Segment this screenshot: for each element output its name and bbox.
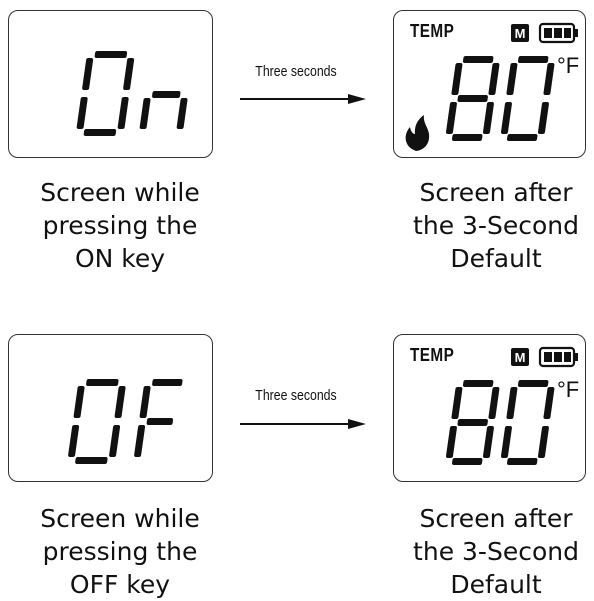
caption-line: the 3-Second <box>413 211 579 240</box>
caption-left-2: Screen while pressing the OFF key <box>0 502 240 601</box>
caption-line: Screen while <box>40 504 200 533</box>
caption-right-2: Screen after the 3-Second Default <box>376 502 594 601</box>
lcd-graphics-2: M <box>445 346 578 465</box>
segment <box>152 91 181 98</box>
arrow-right-icon <box>240 419 366 429</box>
svg-text:M: M <box>515 26 526 41</box>
seven-segment-text-on <box>76 51 188 136</box>
caption-left-1: Screen while pressing the ON key <box>0 176 240 275</box>
arrow-label-1: Three seconds <box>255 63 337 80</box>
caption-line: Screen after <box>419 504 573 533</box>
segment <box>94 51 128 58</box>
seven-segment-text-of <box>68 379 183 464</box>
screen-off-key <box>8 334 213 482</box>
unit-label: °F <box>557 377 580 402</box>
caption-line: OFF key <box>69 570 171 599</box>
lcd-graphics-1: M <box>405 22 578 151</box>
caption-line: ON key <box>74 244 166 273</box>
arrow-label-2: Three seconds <box>255 387 337 404</box>
mode-icon: M <box>511 348 529 366</box>
arrow-right-icon <box>240 94 366 104</box>
caption-line: Default <box>450 244 542 273</box>
svg-text:M: M <box>515 350 526 365</box>
battery-full-icon <box>538 22 578 44</box>
caption-right-1: Screen after the 3-Second Default <box>376 176 594 275</box>
caption-line: pressing the <box>42 537 198 566</box>
segment <box>139 98 151 129</box>
screen-after-default-1: TEMP M °F <box>393 10 586 158</box>
segment <box>176 98 188 129</box>
mode-icon: M <box>511 24 529 42</box>
segment <box>76 97 88 129</box>
caption-line: Default <box>450 570 542 599</box>
segment <box>117 97 129 129</box>
caption-line: pressing the <box>42 211 198 240</box>
flame-icon <box>405 115 430 151</box>
screen-after-default-2: TEMP M °F <box>393 334 586 482</box>
caption-line: Screen while <box>40 178 200 207</box>
caption-line: Screen after <box>419 178 573 207</box>
screen-on-key <box>8 10 213 158</box>
segment <box>123 58 135 90</box>
segment <box>83 129 117 136</box>
caption-line: the 3-Second <box>413 537 579 566</box>
unit-label: °F <box>557 53 580 78</box>
segment <box>82 58 94 90</box>
battery-full-icon <box>538 346 578 368</box>
